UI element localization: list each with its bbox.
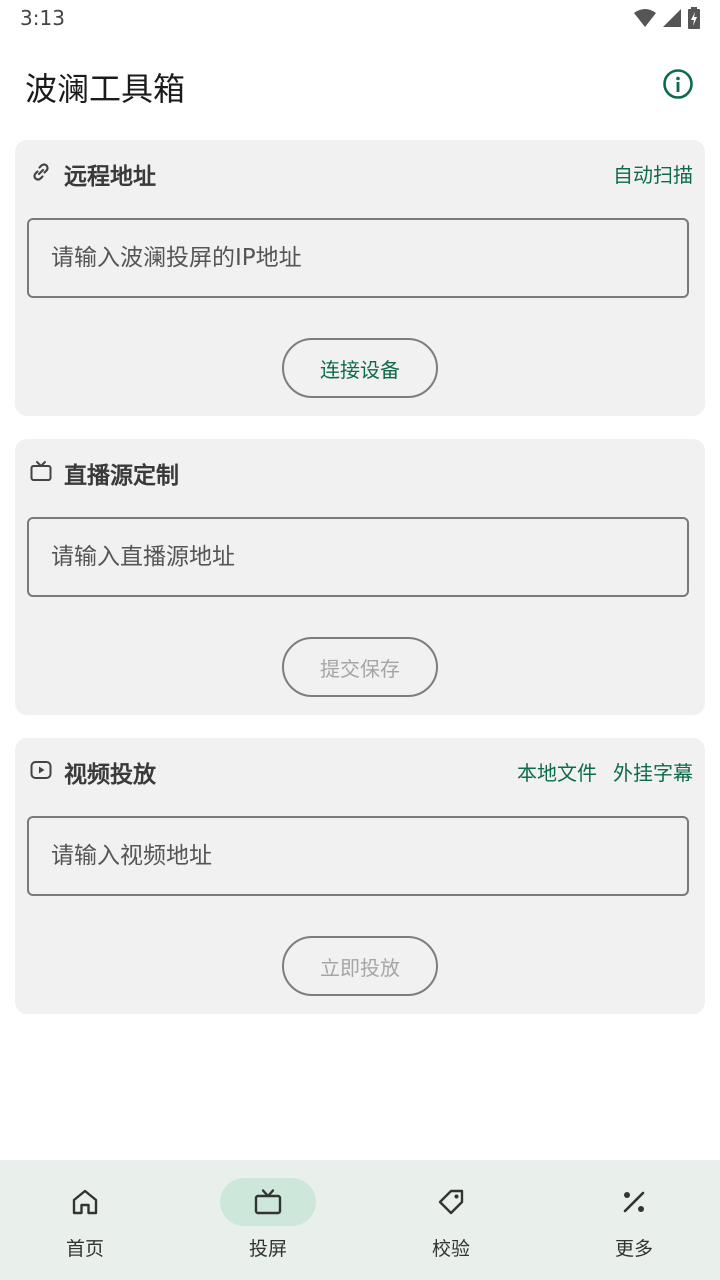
tv-icon [254,1189,282,1215]
card-header: 视频投放 本地文件 外挂字幕 [15,754,705,788]
info-button[interactable] [662,68,694,100]
card-actions: 自动扫描 [613,159,693,188]
link-icon [33,163,49,181]
nav-item-cast[interactable]: 投屏 [208,1178,328,1264]
auto-scan-link[interactable]: 自动扫描 [613,159,693,188]
tag-icon [438,1189,464,1215]
cast-now-button[interactable]: 立即投放 [282,936,438,996]
card-header: 直播源定制 [15,455,705,489]
card-title: 直播源定制 [64,463,179,489]
percent-icon [623,1191,645,1213]
app-bar: 波澜工具箱 [0,48,720,120]
status-time: 3:13 [20,6,65,30]
card-actions: 本地文件 外挂字幕 [517,757,693,786]
status-bar: 3:13 [0,0,720,36]
nav-label: 校验 [431,1238,470,1260]
external-subtitle-link[interactable]: 外挂字幕 [613,757,693,786]
battery-charging-icon [688,7,700,29]
nav-icon-container [403,1178,499,1226]
wifi-icon [634,9,656,27]
home-icon [72,1189,98,1215]
submit-save-button[interactable]: 提交保存 [282,637,438,697]
info-circle-icon [663,69,693,99]
connect-device-button[interactable]: 连接设备 [282,338,438,398]
video-cast-card: 视频投放 本地文件 外挂字幕 立即投放 [15,738,705,1014]
live-source-input[interactable] [29,544,687,570]
live-source-field-container [27,517,689,597]
card-title: 视频投放 [64,762,156,788]
nav-item-verify[interactable]: 校验 [391,1178,511,1264]
nav-item-more[interactable]: 更多 [574,1178,694,1264]
nav-icon-container [586,1178,682,1226]
remote-address-card: 远程地址 自动扫描 连接设备 [15,140,705,416]
nav-label: 更多 [614,1238,653,1260]
nav-item-home[interactable]: 首页 [25,1178,145,1264]
status-icons [634,6,700,30]
page-title: 波澜工具箱 [25,70,186,108]
live-source-card: 直播源定制 提交保存 [15,439,705,715]
bottom-navigation: 首页 投屏 校验 更多 [0,1160,720,1280]
local-file-link[interactable]: 本地文件 [517,757,597,786]
ip-address-field-container [27,218,689,298]
card-title: 远程地址 [64,164,156,190]
tv-icon [30,461,52,481]
card-header: 远程地址 自动扫描 [15,156,705,190]
cellular-signal-icon [663,9,681,27]
play-icon [30,761,52,779]
video-url-input[interactable] [29,843,687,869]
video-url-field-container [27,816,689,896]
ip-address-input[interactable] [29,245,687,271]
nav-icon-container [220,1178,316,1226]
nav-label: 首页 [65,1238,104,1260]
nav-icon-container [37,1178,133,1226]
nav-label: 投屏 [248,1238,287,1260]
